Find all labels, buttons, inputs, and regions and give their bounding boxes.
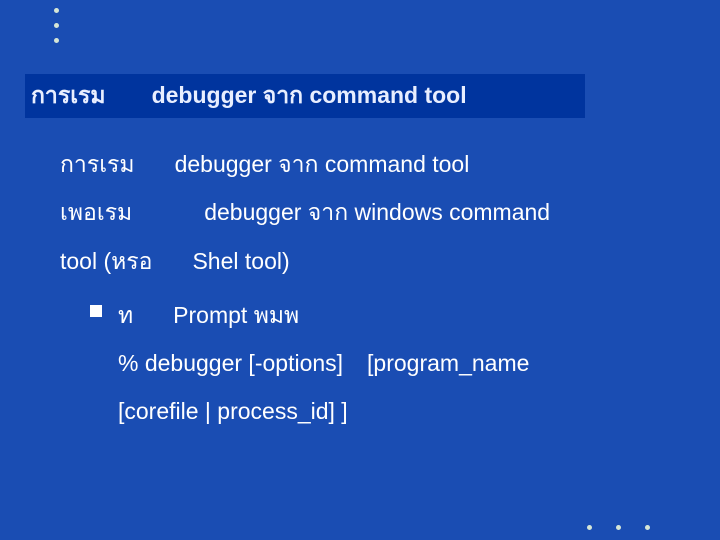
text-segment: ท [118,302,133,328]
dot-icon [54,38,59,43]
slide-body: การเรม debugger จาก command tool เพอเรม de… [60,140,670,436]
title-part-1: การเรม [31,82,106,108]
body-line-1: การเรม debugger จาก command tool [60,140,670,188]
text-segment: debugger จาก command tool [175,151,470,177]
dot-icon [54,8,59,13]
text-segment: tool (หรอ [60,248,152,274]
decor-dots-bottom-right [587,525,650,530]
text-segment: การเรม [60,151,135,177]
square-bullet-icon [90,305,102,317]
body-line-3: tool (หรอ Shel tool) [60,237,670,285]
title-part-2: debugger จาก command tool [152,82,467,108]
slide-title: การเรม debugger จาก command tool [31,78,467,114]
dot-icon [54,23,59,28]
text-segment: เพอเรม [60,199,132,225]
text-segment: [program_name [367,350,529,376]
command-line-2: [corefile | process_id] ] [60,387,670,435]
text-segment: Shel tool) [192,248,289,274]
text-segment: [corefile | process_id] ] [118,398,348,424]
body-line-2: เพอเรม debugger จาก windows command [60,188,670,236]
text-segment: debugger จาก windows command [204,199,550,225]
text-segment: Prompt พมพ [173,302,299,328]
command-line-1: % debugger [-options] [program_name [60,339,670,387]
dot-icon [587,525,592,530]
bullet-line: ท Prompt พมพ [60,291,670,339]
text-segment: % debugger [-options] [118,350,343,376]
slide-title-bar: การเรม debugger จาก command tool [25,74,585,118]
decor-dots-top-left [54,8,59,43]
dot-icon [645,525,650,530]
dot-icon [616,525,621,530]
